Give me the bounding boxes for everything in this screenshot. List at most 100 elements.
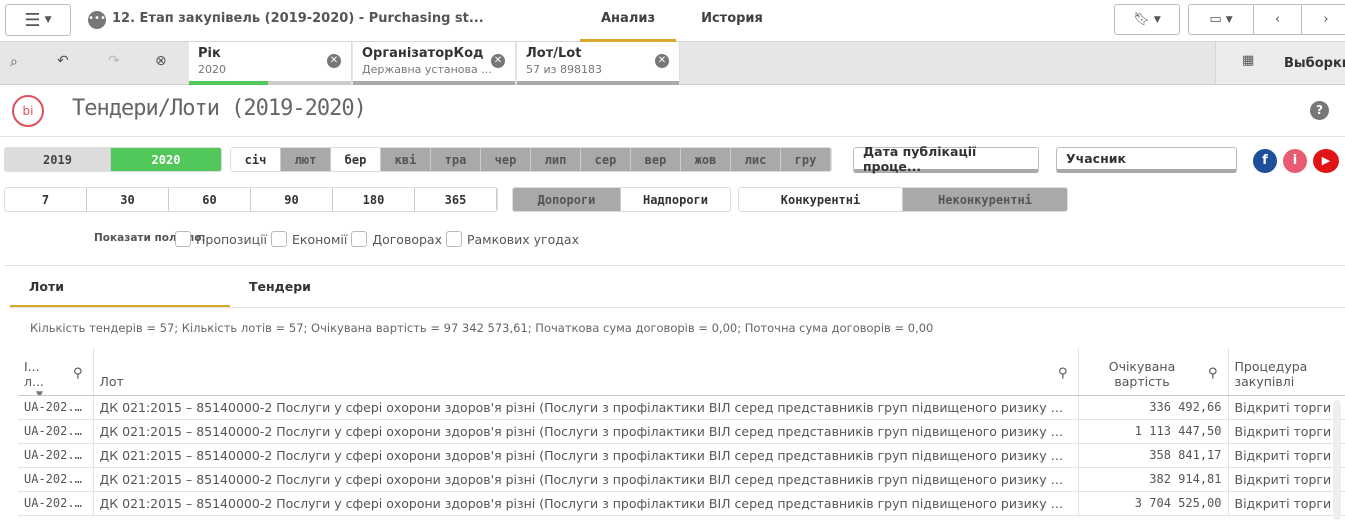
info-icon[interactable]: i	[1283, 149, 1307, 173]
month-3[interactable]: кві	[381, 148, 431, 171]
days-90[interactable]: 90	[251, 188, 333, 211]
selections-grid-icon: ▦	[1242, 53, 1255, 68]
selection-chip-year[interactable]: Рік 2020 ✕	[189, 42, 352, 85]
non-competitive[interactable]: Неконкурентні	[903, 188, 1067, 211]
days-30[interactable]: 30	[87, 188, 169, 211]
tab-lots[interactable]: Лоти	[10, 270, 230, 307]
step-back-icon[interactable]: ↶	[57, 53, 69, 69]
checkbox-box[interactable]	[351, 231, 368, 247]
tab-analysis[interactable]: Анализ	[580, 0, 676, 42]
cell-id: UA-202...	[18, 491, 94, 516]
help-icon[interactable]: ?	[1310, 101, 1329, 120]
days-180[interactable]: 180	[333, 188, 415, 211]
month-8[interactable]: вер	[631, 148, 681, 171]
checkbox-2[interactable]: Договорах	[351, 231, 442, 247]
days-365[interactable]: 365	[415, 188, 497, 211]
sheets-button[interactable]: ▭ ▼	[1188, 4, 1254, 35]
days-60[interactable]: 60	[169, 188, 251, 211]
scrollbar[interactable]	[1333, 400, 1341, 520]
global-menu-button[interactable]: ☰ ▼	[5, 4, 71, 36]
month-5[interactable]: чер	[481, 148, 531, 171]
checkbox-box[interactable]	[445, 231, 462, 247]
previous-sheet-button[interactable]: ‹	[1253, 4, 1302, 35]
column-header-expected-value[interactable]: Очікувана вартість ⚲	[1078, 348, 1229, 396]
cell-id: UA-202...	[18, 467, 94, 492]
column-header-procedure[interactable]: Процедура закупівлі	[1228, 348, 1345, 396]
header-line: Лот	[99, 373, 124, 389]
checkbox-box[interactable]	[271, 231, 288, 247]
column-header-lot[interactable]: Лот ⚲	[93, 348, 1079, 396]
cell-expected-value: 358 841,17	[1078, 443, 1229, 468]
month-7[interactable]: сер	[581, 148, 631, 171]
cell-procedure: Відкриті торги і	[1228, 491, 1345, 516]
threshold-below[interactable]: Допороги	[513, 188, 621, 211]
checkbox-label: Договорах	[372, 231, 442, 247]
cell-lot: ДК 021:2015 – 85140000-2 Послуги у сфері…	[93, 419, 1079, 444]
header-line: вартість	[1114, 373, 1170, 389]
checkbox-0[interactable]: Пропозиції	[175, 231, 267, 247]
tab-tenders[interactable]: Тендери	[230, 270, 430, 307]
days-7[interactable]: 7	[5, 188, 87, 211]
month-4[interactable]: тра	[431, 148, 481, 171]
search-icon[interactable]: ⚲	[73, 366, 83, 381]
summary-text: Кількість тендерів = 57; Кількість лотів…	[30, 321, 934, 335]
chip-bar-fill	[189, 81, 269, 85]
month-1[interactable]: лют	[281, 148, 331, 171]
month-6[interactable]: лип	[531, 148, 581, 171]
checkbox-3[interactable]: Рамкових угодах	[445, 231, 579, 247]
checkbox-1[interactable]: Економії	[271, 231, 347, 247]
days-filter: 7 30 60 90 180 365	[4, 187, 498, 212]
search-icon[interactable]: ⚲	[1208, 366, 1218, 381]
table-row[interactable]: UA-202... ДК 021:2015 – 85140000-2 Послуг…	[18, 467, 1345, 492]
selection-chip-organizer[interactable]: ОрганізаторКод Державна установа ... ✕	[353, 42, 516, 85]
month-9[interactable]: жов	[681, 148, 731, 171]
next-sheet-button[interactable]: ›	[1301, 4, 1345, 35]
top-bar: ☰ ▼ ••• 12. Етап закупівель (2019-2020) …	[0, 0, 1345, 42]
divider	[0, 136, 1345, 137]
month-filter: січ лют бер кві тра чер лип сер вер жов лис гру	[230, 147, 832, 172]
chip-field: Рік	[198, 46, 221, 61]
facebook-icon[interactable]: f	[1253, 149, 1277, 173]
header-line: Очікувана	[1108, 358, 1176, 374]
tab-history[interactable]: История	[690, 0, 774, 42]
app-title: 12. Етап закупівель (2019-2020) - Purcha…	[112, 11, 484, 26]
header-line: закупівлі	[1234, 373, 1295, 389]
table-row[interactable]: UA-202... ДК 021:2015 – 85140000-2 Послуг…	[18, 395, 1345, 420]
table-row[interactable]: UA-202... ДК 021:2015 – 85140000-2 Послуг…	[18, 419, 1345, 444]
bookmarks-button[interactable]: 🔖︎ ▼	[1114, 4, 1180, 35]
youtube-icon[interactable]: ▶	[1313, 149, 1339, 173]
year-2020[interactable]: 2020	[111, 148, 221, 171]
chip-bar	[353, 81, 515, 85]
chip-bar	[517, 81, 679, 85]
participant-filter[interactable]: Учасник	[1056, 147, 1237, 173]
close-icon[interactable]: ✕	[491, 54, 505, 68]
chip-value: 57 из 898183	[526, 63, 602, 76]
cell-expected-value: 3 704 525,00	[1078, 491, 1229, 516]
month-2[interactable]: бер	[331, 148, 381, 171]
month-10[interactable]: лис	[731, 148, 781, 171]
clear-all-icon[interactable]: ⊗	[155, 53, 167, 69]
close-icon[interactable]: ✕	[327, 54, 341, 68]
year-filter: 2019 2020	[4, 147, 222, 172]
cell-procedure: Відкриті торги і	[1228, 395, 1345, 420]
search-icon[interactable]: ⚲	[1058, 366, 1068, 381]
smart-search-icon[interactable]: ⌕	[10, 54, 18, 70]
month-0[interactable]: січ	[231, 148, 281, 171]
table-row[interactable]: UA-202... ДК 021:2015 – 85140000-2 Послуг…	[18, 491, 1345, 516]
column-header-id[interactable]: І... л... ⚲ ▼	[18, 348, 94, 396]
month-11[interactable]: гру	[781, 148, 831, 171]
threshold-above[interactable]: Надпороги	[621, 188, 730, 211]
selections-tool-button[interactable]: ▦ Выборки	[1215, 42, 1345, 84]
cell-lot: ДК 021:2015 – 85140000-2 Послуги у сфері…	[93, 467, 1079, 492]
table-row[interactable]: UA-202... ДК 021:2015 – 85140000-2 Послуг…	[18, 443, 1345, 468]
close-icon[interactable]: ✕	[655, 54, 669, 68]
divider	[4, 265, 1345, 266]
sort-desc-icon: ▼	[36, 389, 43, 395]
competitive[interactable]: Конкурентні	[739, 188, 903, 211]
checkbox-box[interactable]	[175, 231, 191, 247]
cell-lot: ДК 021:2015 – 85140000-2 Послуги у сфері…	[93, 443, 1079, 468]
publication-date-filter[interactable]: Дата публікації проце...	[853, 144, 1039, 174]
app-more-icon[interactable]: •••	[88, 11, 106, 29]
year-2019[interactable]: 2019	[5, 148, 111, 171]
selection-chip-lot[interactable]: Лот/Lot 57 из 898183 ✕	[517, 42, 680, 85]
